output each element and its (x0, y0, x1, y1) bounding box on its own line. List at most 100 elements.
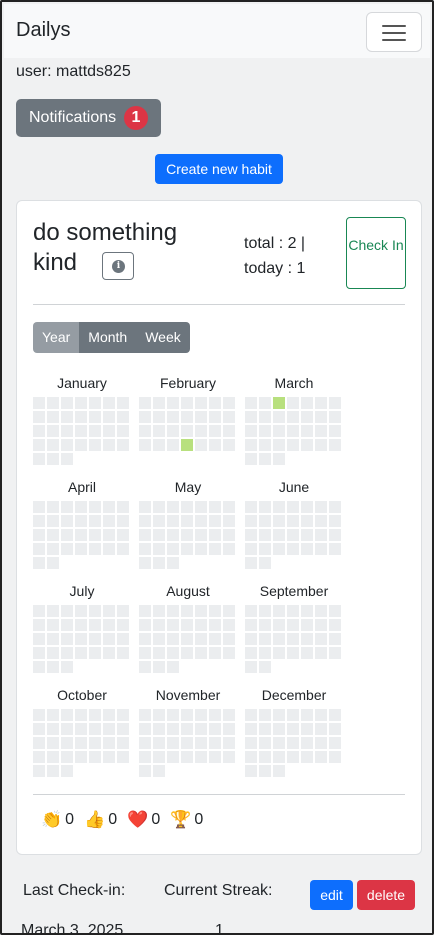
day-cell[interactable] (103, 529, 115, 541)
day-cell[interactable] (61, 751, 73, 763)
day-cell[interactable] (329, 515, 341, 527)
day-cell[interactable] (117, 737, 129, 749)
day-cell[interactable] (75, 633, 87, 645)
day-cell[interactable] (103, 515, 115, 527)
day-cell[interactable] (139, 709, 151, 721)
day-cell[interactable] (329, 633, 341, 645)
day-cell[interactable] (89, 737, 101, 749)
day-cell[interactable] (61, 411, 73, 423)
day-cell[interactable] (103, 543, 115, 555)
day-cell[interactable] (209, 529, 221, 541)
day-cell[interactable] (75, 619, 87, 631)
day-cell[interactable] (47, 619, 59, 631)
day-cell[interactable] (139, 411, 151, 423)
day-cell[interactable] (61, 439, 73, 451)
day-cell[interactable] (245, 397, 257, 409)
day-cell[interactable] (315, 501, 327, 513)
day-cell[interactable] (315, 723, 327, 735)
day-cell[interactable] (89, 633, 101, 645)
day-cell[interactable] (153, 425, 165, 437)
day-cell[interactable] (195, 751, 207, 763)
day-cell[interactable] (47, 709, 59, 721)
day-cell[interactable] (167, 723, 179, 735)
day-cell[interactable] (301, 723, 313, 735)
day-cell[interactable] (139, 439, 151, 451)
day-cell[interactable] (61, 501, 73, 513)
day-cell[interactable] (33, 633, 45, 645)
day-cell[interactable] (153, 751, 165, 763)
day-cell[interactable] (47, 723, 59, 735)
day-cell[interactable] (329, 619, 341, 631)
day-cell[interactable] (153, 515, 165, 527)
day-cell[interactable] (153, 411, 165, 423)
day-cell[interactable] (153, 605, 165, 617)
day-cell[interactable] (329, 439, 341, 451)
day-cell[interactable] (245, 661, 257, 673)
day-cell[interactable] (33, 397, 45, 409)
day-cell[interactable] (33, 425, 45, 437)
day-cell[interactable] (139, 647, 151, 659)
day-cell[interactable] (103, 751, 115, 763)
day-cell[interactable] (259, 751, 271, 763)
day-cell[interactable] (245, 647, 257, 659)
day-cell[interactable] (33, 709, 45, 721)
day-cell[interactable] (47, 543, 59, 555)
view-month-button[interactable]: Month (79, 322, 137, 353)
day-cell[interactable] (301, 543, 313, 555)
day-cell[interactable] (195, 543, 207, 555)
day-cell[interactable] (329, 501, 341, 513)
day-cell[interactable] (195, 397, 207, 409)
day-cell[interactable] (301, 633, 313, 645)
day-cell[interactable] (153, 557, 165, 569)
view-year-button[interactable]: Year (33, 322, 80, 353)
day-cell[interactable] (75, 501, 87, 513)
day-cell[interactable] (75, 439, 87, 451)
day-cell[interactable] (287, 425, 299, 437)
day-cell[interactable] (89, 647, 101, 659)
day-cell[interactable] (47, 605, 59, 617)
day-cell[interactable] (259, 411, 271, 423)
day-cell[interactable] (223, 751, 235, 763)
day-cell[interactable] (273, 529, 285, 541)
day-cell[interactable] (167, 661, 179, 673)
day-cell[interactable] (195, 619, 207, 631)
day-cell[interactable] (223, 439, 235, 451)
day-cell[interactable] (61, 543, 73, 555)
day-cell[interactable] (315, 543, 327, 555)
day-cell[interactable] (33, 737, 45, 749)
day-cell[interactable] (245, 543, 257, 555)
day-cell[interactable] (153, 661, 165, 673)
day-cell[interactable] (139, 737, 151, 749)
day-cell[interactable] (259, 453, 271, 465)
day-cell[interactable] (259, 397, 271, 409)
day-cell[interactable] (181, 425, 193, 437)
day-cell[interactable] (47, 647, 59, 659)
day-cell[interactable] (259, 661, 271, 673)
day-cell[interactable] (139, 529, 151, 541)
day-cell[interactable] (329, 397, 341, 409)
day-cell[interactable] (153, 439, 165, 451)
day-cell[interactable] (259, 439, 271, 451)
day-cell[interactable] (223, 501, 235, 513)
day-cell[interactable] (329, 647, 341, 659)
day-cell[interactable] (47, 751, 59, 763)
day-cell[interactable] (167, 619, 179, 631)
day-cell[interactable] (245, 515, 257, 527)
day-cell[interactable] (315, 605, 327, 617)
day-cell[interactable] (287, 515, 299, 527)
day-cell[interactable] (139, 765, 151, 777)
day-cell[interactable] (181, 709, 193, 721)
day-cell[interactable] (259, 515, 271, 527)
day-cell[interactable] (315, 737, 327, 749)
day-cell[interactable] (33, 647, 45, 659)
day-cell[interactable] (273, 425, 285, 437)
day-cell[interactable] (223, 529, 235, 541)
delete-button[interactable]: delete (357, 880, 415, 910)
day-cell[interactable] (287, 543, 299, 555)
day-cell[interactable] (181, 501, 193, 513)
day-cell[interactable] (89, 723, 101, 735)
day-cell[interactable] (181, 737, 193, 749)
clapping-hands-reaction[interactable]: 👏 0 (41, 810, 74, 830)
day-cell[interactable] (103, 439, 115, 451)
day-cell[interactable] (153, 619, 165, 631)
